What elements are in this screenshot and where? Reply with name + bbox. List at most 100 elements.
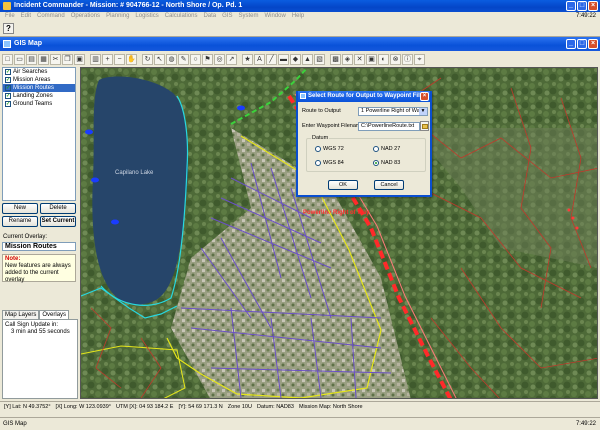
menu-window[interactable]: Window [262,12,289,21]
zoom-out-icon[interactable]: − [114,53,125,65]
status-utm-x: UTM [X]: 04 93 184.2 E [115,404,174,410]
ok-button[interactable]: OK [328,180,358,190]
checkbox-icon[interactable]: ✓ [5,69,11,75]
radio-icon [315,146,321,152]
overlay-item-label: Landing Zones [13,93,53,99]
filename-label: Enter Waypoint Filename [302,123,364,129]
set-current-button[interactable]: Set Current [40,216,76,227]
arrow-icon[interactable]: ↗ [226,53,237,65]
flag-icon[interactable]: ⚑ [202,53,213,65]
fill-icon[interactable]: ◍ [166,53,177,65]
panel-tabs: Map Layers Overlays [2,310,78,319]
menu-operations[interactable]: Operations [68,12,103,21]
waypoint-icon[interactable]: ◆ [290,53,301,65]
line-icon[interactable]: ╱ [266,53,277,65]
refresh-icon[interactable]: ↻ [142,53,153,65]
overlay-item-landing-zones[interactable]: ✓ Landing Zones [3,92,75,100]
route-select[interactable]: 1 Powerline Right of Way ▼ [358,107,428,116]
taskbar-left-label: GIS Map [3,421,27,427]
gis-maximize-button[interactable]: □ [577,39,587,49]
zoom-in-icon[interactable]: + [102,53,113,65]
gis-minimize-button[interactable]: _ [566,39,576,49]
close-button[interactable]: × [588,1,598,11]
browse-folder-button[interactable] [420,121,429,131]
menu-planning[interactable]: Planning [103,12,132,21]
gis-close-button[interactable]: × [588,39,598,49]
menu-data[interactable]: Data [200,12,219,21]
help-button[interactable]: ? [3,23,14,34]
tab-overlays[interactable]: Overlays [39,310,70,319]
menu-file[interactable]: File [2,12,18,21]
info-icon[interactable]: ⓘ [402,53,413,65]
new-icon[interactable]: □ [2,53,13,65]
checkbox-icon[interactable]: ✓ [5,85,11,91]
palette-icon[interactable]: ◈ [342,53,353,65]
properties-icon[interactable]: ▥ [90,53,101,65]
callsign-label: Call Sign Update in: [5,322,59,328]
radio-wgs72-label: WGS 72 [323,146,344,152]
app-title: Incident Commander - Mission: # 904766-1… [14,2,243,9]
checkbox-icon[interactable]: ✓ [5,77,11,83]
maximize-button[interactable]: □ [577,1,587,11]
filename-input[interactable]: C:\PowerlineRoute.txt [358,122,420,131]
color-icon[interactable]: ◐ [378,53,389,65]
menu-calculations[interactable]: Calculations [162,12,201,21]
symbol-icon[interactable]: ★ [242,53,253,65]
menu-system[interactable]: System [235,12,261,21]
radio-nad27[interactable]: NAD 27 [373,146,400,152]
gis-window-icon [3,40,11,48]
checkbox-icon[interactable]: ✓ [5,101,11,107]
note-title: Note: [5,256,21,262]
waypoint-dialog: Select Route for Output to Waypoint File… [296,91,432,197]
erase-icon[interactable]: ✕ [354,53,365,65]
menu-gis[interactable]: GIS [219,12,235,21]
radio-nad83-label: NAD 83 [381,160,401,166]
dialog-close-button[interactable]: × [420,92,429,101]
gps-icon[interactable]: ⌖ [414,53,425,65]
layer-icon[interactable]: ▧ [314,53,325,65]
circle-icon[interactable]: ○ [190,53,201,65]
overlay-item-ground-teams[interactable]: ✓ Ground Teams [3,100,75,108]
overlay-item-mission-areas[interactable]: ✓ Mission Areas [3,76,75,84]
measure-icon[interactable]: ▬ [278,53,289,65]
radio-wgs84[interactable]: WGS 84 [315,160,344,166]
new-overlay-button[interactable]: New [2,203,38,214]
target-icon[interactable]: ◎ [214,53,225,65]
menu-command[interactable]: Command [34,12,68,21]
text-icon[interactable]: A [254,53,265,65]
menu-logistics[interactable]: Logistics [132,12,161,21]
link-icon[interactable]: ⊗ [390,53,401,65]
radio-nad83[interactable]: NAD 83 [373,160,400,166]
cut-icon[interactable]: ✂ [50,53,61,65]
save-icon[interactable]: ▤ [26,53,37,65]
copy-icon[interactable]: ❐ [62,53,73,65]
minimize-button[interactable]: _ [566,1,576,11]
lock-icon[interactable]: ▣ [366,53,377,65]
route-label: Route to Output [302,108,341,114]
print-icon[interactable]: ▦ [38,53,49,65]
grid-icon[interactable]: ▩ [330,53,341,65]
note-box: Note: New features are always added to t… [2,254,76,283]
overlay-item-mission-routes[interactable]: ✓ Mission Routes [3,84,75,92]
pan-icon[interactable]: ✋ [126,53,137,65]
open-icon[interactable]: ▭ [14,53,25,65]
overlay-item-label: Mission Areas [13,77,51,83]
overlay-item-air-searches[interactable]: ✓ Air Searches [3,68,75,76]
radio-nad27-label: NAD 27 [381,146,401,152]
radio-wgs72[interactable]: WGS 72 [315,146,344,152]
overlay-list[interactable]: ✓ Air Searches ✓ Mission Areas ✓ Mission Rout… [2,67,76,201]
rename-overlay-button[interactable]: Rename [2,216,38,227]
paste-icon[interactable]: ▣ [74,53,85,65]
status-datum: Datum: NAD83 [256,404,294,410]
tab-map-layers[interactable]: Map Layers [2,310,40,319]
pencil-icon[interactable]: ✎ [178,53,189,65]
overlay-item-label: Ground Teams [13,101,53,107]
route-icon[interactable]: ▲ [302,53,313,65]
cancel-button[interactable]: Cancel [374,180,404,190]
menu-edit[interactable]: Edit [18,12,34,21]
chevron-down-icon[interactable]: ▼ [419,108,427,115]
checkbox-icon[interactable]: ✓ [5,93,11,99]
menu-help[interactable]: Help [289,12,307,21]
pointer-icon[interactable]: ↖ [154,53,165,65]
delete-overlay-button[interactable]: Delete [40,203,76,214]
